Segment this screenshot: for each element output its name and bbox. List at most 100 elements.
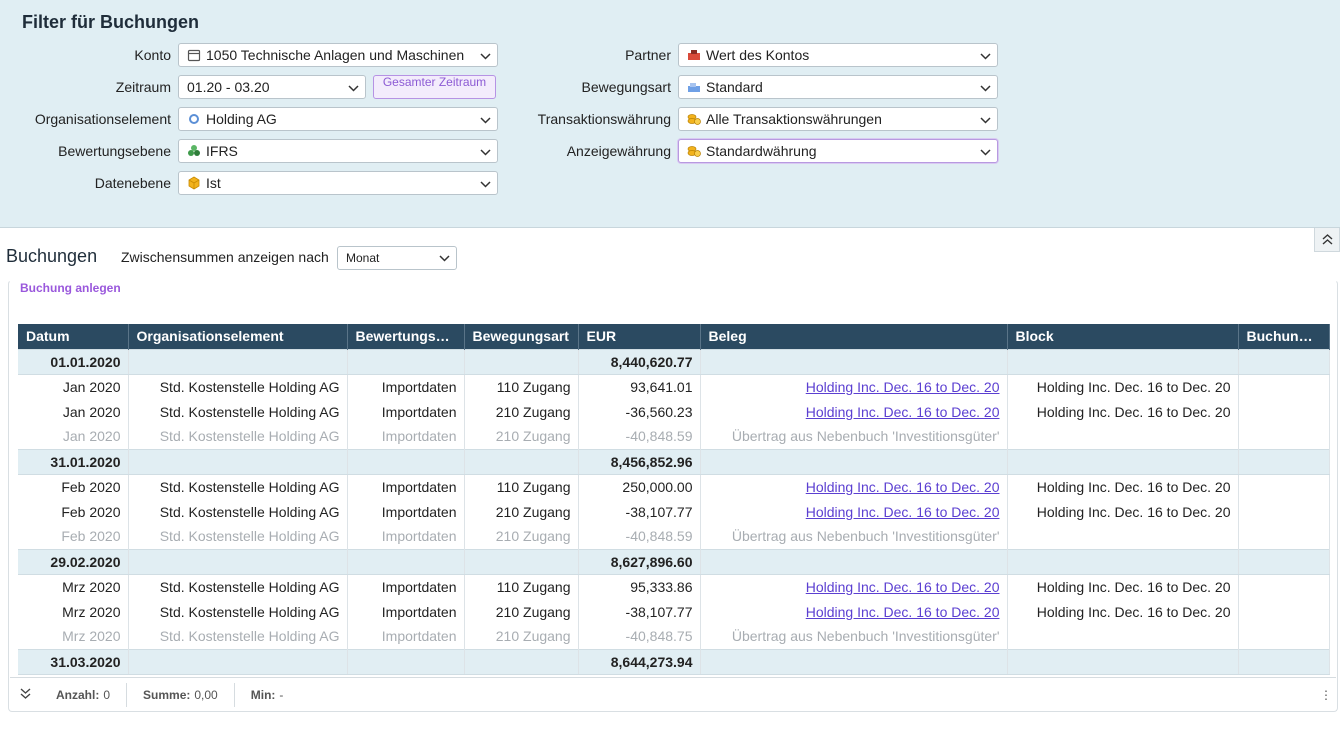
subtotal-row[interactable]: 31.03.2020 8,644,273.94 (18, 648, 1330, 675)
column-header-bewertungsebene[interactable]: Bewertungseb… (347, 324, 465, 349)
cell-bewertung: Importdaten (347, 424, 465, 449)
cell-datum: 31.01.2020 (18, 448, 129, 475)
chevron-down-icon (341, 79, 365, 95)
chevron-down-icon (473, 111, 497, 127)
table-row[interactable]: Feb 2020 Std. Kostenstelle Holding AG Impo… (18, 524, 1330, 549)
cell-buchungs (1238, 574, 1330, 599)
anzeigewaehrung-label: Anzeigewährung (566, 143, 671, 159)
cell-buchungs (1238, 524, 1330, 549)
subtotal-value: Monat (346, 251, 380, 265)
more-vertical-icon[interactable]: ⋮ (1316, 688, 1336, 702)
create-booking-link[interactable]: Buchung anlegen (20, 281, 121, 295)
partner-select[interactable]: Wert des Kontos (678, 43, 998, 67)
anzahl-value: 0 (103, 688, 111, 702)
zeitraum-select[interactable]: 01.20 - 03.20 (178, 75, 366, 99)
subtotal-row[interactable]: 29.02.2020 8,627,896.60 (18, 548, 1330, 575)
beleg-link[interactable]: Holding Inc. Dec. 16 to Dec. 20 (806, 504, 1000, 520)
coins-icon (687, 146, 701, 157)
column-header-bewegungsart[interactable]: Bewegungsart (464, 324, 579, 349)
cell-buchungs (1238, 448, 1330, 475)
column-header-organisationselement[interactable]: Organisationselement (128, 324, 348, 349)
cell-bewertung: Importdaten (347, 574, 465, 599)
coins-icon (687, 114, 701, 125)
column-header-beleg[interactable]: Beleg (700, 324, 1008, 349)
cell-beleg: Holding Inc. Dec. 16 to Dec. 20 (700, 374, 1008, 399)
cell-block (1007, 448, 1239, 475)
chevron-down-icon (973, 111, 997, 127)
summe-value: 0,00 (194, 688, 218, 702)
cell-org (128, 548, 348, 575)
summe-label: Summe: (143, 688, 191, 702)
cell-datum: 29.02.2020 (18, 548, 129, 575)
subtotal-select[interactable]: Monat (337, 246, 457, 270)
column-header-block[interactable]: Block (1007, 324, 1239, 349)
table-row[interactable]: Jan 2020 Std. Kostenstelle Holding AG Impo… (18, 424, 1330, 449)
anzahl-label: Anzahl: (56, 688, 100, 702)
cell-eur: -38,107.77 (578, 599, 701, 624)
collapse-filter-button[interactable] (1314, 228, 1340, 252)
cell-eur: -36,560.23 (578, 399, 701, 424)
cell-beleg: Holding Inc. Dec. 16 to Dec. 20 (700, 474, 1008, 499)
cell-datum: 01.01.2020 (18, 348, 129, 375)
konto-label: Konto (134, 47, 171, 63)
cell-bewegungsart: 210 Zugang (464, 599, 579, 624)
cell-bewegungsart: 110 Zugang (464, 574, 579, 599)
table-row[interactable]: Feb 2020 Std. Kostenstelle Holding AG Impo… (18, 499, 1330, 524)
cell-block: Holding Inc. Dec. 16 to Dec. 20 (1007, 374, 1239, 399)
cell-buchungs (1238, 348, 1330, 375)
cell-org: Std. Kostenstelle Holding AG (128, 399, 348, 424)
table-row[interactable]: Feb 2020 Std. Kostenstelle Holding AG Impo… (18, 474, 1330, 499)
cell-buchungs (1238, 374, 1330, 399)
table-row[interactable]: Mrz 2020 Std. Kostenstelle Holding AG Impo… (18, 574, 1330, 599)
column-header-buchungs[interactable]: Buchungs… (1238, 324, 1330, 349)
beleg-link[interactable]: Holding Inc. Dec. 16 to Dec. 20 (806, 579, 1000, 595)
transaktionswaehrung-label: Transaktionswährung (537, 111, 671, 127)
cell-block (1007, 624, 1239, 649)
organisationselement-value: Holding AG (206, 111, 277, 127)
cube-icon (188, 176, 200, 190)
subtotal-row[interactable]: 01.01.2020 8,440,620.77 (18, 348, 1330, 375)
cell-buchungs (1238, 648, 1330, 675)
cell-datum: Feb 2020 (18, 499, 129, 524)
column-header-datum[interactable]: Datum (18, 324, 129, 349)
beleg-text: Übertrag aus Nebenbuch 'Investitionsgüte… (731, 628, 1000, 645)
subtotal-row[interactable]: 31.01.2020 8,456,852.96 (18, 448, 1330, 475)
chevron-down-icon (973, 143, 997, 159)
cell-beleg: Holding Inc. Dec. 16 to Dec. 20 (700, 599, 1008, 624)
grid-header-row: Datum Organisationselement Bewertungseb…… (18, 324, 1330, 349)
table-row[interactable]: Mrz 2020 Std. Kostenstelle Holding AG Impo… (18, 599, 1330, 624)
datenebene-value: Ist (206, 175, 221, 191)
column-header-eur[interactable]: EUR (578, 324, 701, 349)
datenebene-select[interactable]: Ist (178, 171, 498, 195)
transaktionswaehrung-select[interactable]: Alle Transaktionswährungen (678, 107, 998, 131)
cell-bewertung: Importdaten (347, 599, 465, 624)
anzeigewaehrung-select[interactable]: Standardwährung (678, 139, 998, 163)
chevron-down-icon (973, 47, 997, 63)
cell-beleg: Holding Inc. Dec. 16 to Dec. 20 (700, 399, 1008, 424)
footer-summe: Summe: 0,00 (127, 683, 235, 707)
expand-footer-button[interactable] (10, 688, 40, 702)
bewegungsart-select[interactable]: Standard (678, 75, 998, 99)
beleg-link[interactable]: Holding Inc. Dec. 16 to Dec. 20 (806, 604, 1000, 620)
table-row[interactable]: Jan 2020 Std. Kostenstelle Holding AG Impo… (18, 374, 1330, 399)
cell-beleg: Übertrag aus Nebenbuch 'Investitionsgüte… (700, 524, 1008, 549)
cell-buchungs (1238, 624, 1330, 649)
table-row[interactable]: Jan 2020 Std. Kostenstelle Holding AG Impo… (18, 399, 1330, 424)
bewertungsebene-select[interactable]: IFRS (178, 139, 498, 163)
footer-min: Min: - (235, 683, 300, 707)
beleg-link[interactable]: Holding Inc. Dec. 16 to Dec. 20 (806, 479, 1000, 495)
beleg-link[interactable]: Holding Inc. Dec. 16 to Dec. 20 (806, 379, 1000, 395)
movement-icon (688, 83, 700, 92)
circle-icon (189, 114, 199, 124)
cell-datum: Mrz 2020 (18, 624, 129, 649)
calendar-icon (187, 49, 201, 62)
table-row[interactable]: Mrz 2020 Std. Kostenstelle Holding AG Impo… (18, 624, 1330, 649)
gesamter-zeitraum-button[interactable]: Gesamter Zeitraum (373, 75, 496, 99)
cell-eur: 8,644,273.94 (578, 648, 701, 675)
beleg-link[interactable]: Holding Inc. Dec. 16 to Dec. 20 (806, 404, 1000, 420)
konto-select[interactable]: 1050 Technische Anlagen und Maschinen (178, 43, 498, 67)
min-label: Min: (250, 688, 276, 702)
bookings-title: Buchungen (6, 246, 98, 266)
organisationselement-select[interactable]: Holding AG (178, 107, 498, 131)
cell-eur: 8,627,896.60 (578, 548, 701, 575)
